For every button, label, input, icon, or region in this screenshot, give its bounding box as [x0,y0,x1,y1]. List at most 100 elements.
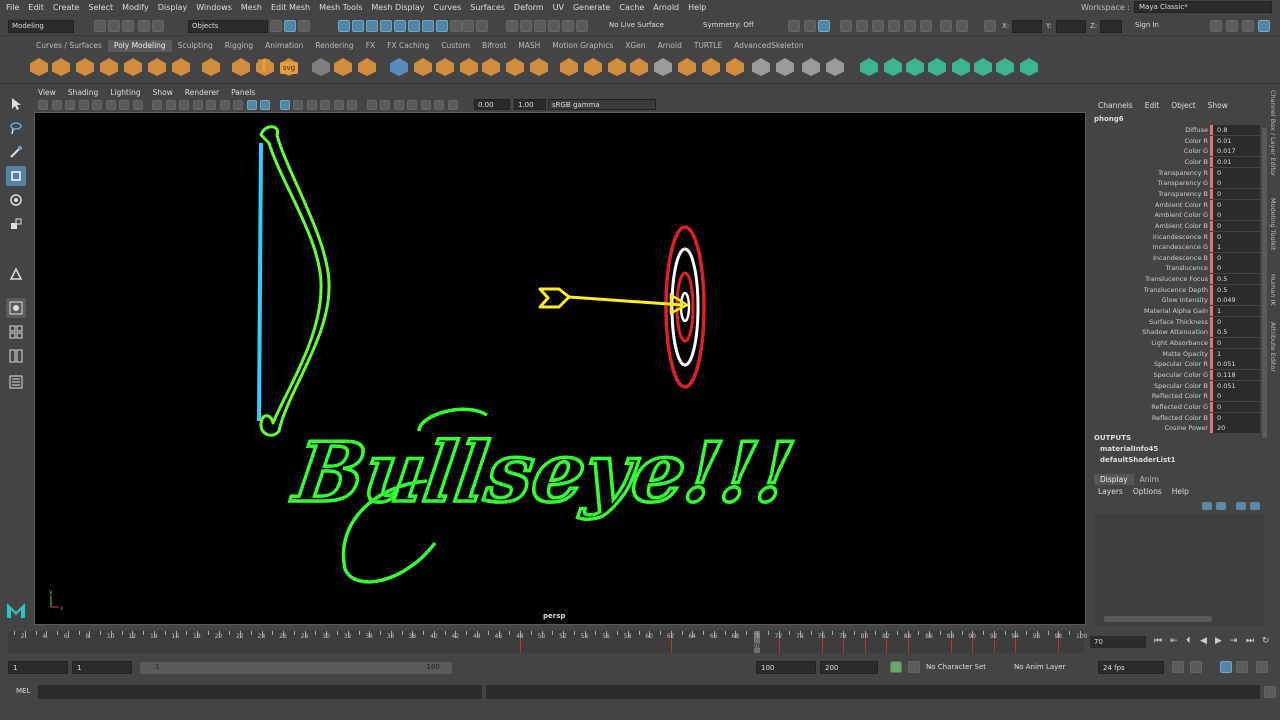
viewport-toggle-icon[interactable] [206,100,216,110]
attribute-value[interactable]: 0 [1210,412,1260,423]
attribute-value[interactable]: 0.051 [1210,380,1260,391]
channel-box-menu-show[interactable]: Show [1208,101,1228,110]
viewport-toggle-icon[interactable] [92,100,102,110]
attribute-name[interactable]: Cosine Power [1094,423,1212,433]
attribute-value[interactable]: 0 [1210,220,1260,231]
auto-key-icon[interactable] [890,661,902,673]
animation-start-field[interactable]: 1 [8,661,68,674]
ipr-render-icon[interactable] [818,20,830,32]
channel-box-menu-channels[interactable]: Channels [1098,101,1133,110]
shelf-tab[interactable]: Rendering [309,40,359,52]
attribute-value[interactable]: 0 [1210,178,1260,189]
attribute-value[interactable]: 1 [1210,306,1260,317]
options-menu[interactable]: Options [1133,487,1162,496]
attribute-value[interactable]: 1 [1210,348,1260,359]
viewport-toggle-icon[interactable] [447,100,458,110]
viewport-toggle-icon[interactable] [105,100,116,110]
gamma-field[interactable]: 1.00 [514,99,546,110]
open-scene-icon[interactable] [108,20,120,32]
play-backwards-icon[interactable]: ◀ [1200,636,1207,646]
preferences-icon[interactable] [908,661,920,673]
shelf-tool-icon[interactable] [390,58,408,76]
viewport-toggle-icon[interactable] [279,100,290,110]
attribute-value[interactable]: 0.017 [1210,146,1260,157]
shelf-tool-icon[interactable] [560,58,578,76]
shelf-tool-icon[interactable] [460,58,478,76]
attribute-value[interactable]: 0 [1210,401,1260,412]
menu-help[interactable]: Help [688,3,706,12]
side-tab[interactable]: Attribute Editor [1269,322,1277,372]
shelf-tab[interactable]: FX [360,40,381,52]
attribute-name[interactable]: Ambient Color R [1094,200,1212,210]
shelf-tool-icon[interactable] [702,58,720,76]
shelf-tool-icon[interactable] [630,58,648,76]
shelf-tab[interactable]: Rigging [219,40,259,52]
go-to-start-icon[interactable]: ⏮ [1154,636,1162,646]
attribute-name[interactable]: Color G [1094,146,1212,156]
arnold-play-icon[interactable] [940,20,952,32]
new-layer-icon[interactable] [1236,502,1246,510]
shelf-tool-icon[interactable] [726,58,744,76]
character-set-dropdown[interactable]: No Character Set [922,661,1006,674]
attribute-value[interactable]: 0 [1210,263,1260,274]
shelf-tool-icon[interactable] [30,58,48,76]
viewport-toggle-icon[interactable] [192,100,203,110]
attribute-value[interactable]: 0 [1210,316,1260,327]
shelf-tool-icon[interactable] [312,58,330,76]
shelf-tool-icon[interactable] [76,58,94,76]
shelf-tab[interactable]: Bifrost [476,40,512,52]
absolute-transform-icon[interactable] [984,20,996,32]
snap-view-plane-icon[interactable] [548,20,560,32]
render-view-icon[interactable] [872,20,884,32]
selection-mask-icon[interactable] [408,20,420,32]
menu-file[interactable]: File [6,3,19,12]
viewport-menu-panels[interactable]: Panels [231,88,255,98]
viewport-toggle-icon[interactable] [152,100,162,110]
anim-layer-dropdown[interactable]: No Anim Layer [1010,661,1094,674]
shelf-tab[interactable]: MASH [512,40,546,52]
menu-deform[interactable]: Deform [514,3,544,12]
viewport-toggle-icon[interactable] [65,100,75,110]
snap-pivot-icon[interactable] [576,20,588,32]
shelf-tool-icon[interactable] [802,58,820,76]
z-input[interactable] [1100,20,1122,33]
scale-tool-icon[interactable] [6,214,26,234]
time-slider[interactable]: 2 4 6 8 10 12 14 16 18 20 22 24 26 28 30 32 34 36 38 40 42 44… [8,631,1087,653]
attribute-name[interactable]: Matte Opacity [1094,349,1212,359]
shelf-tool-icon[interactable] [608,58,626,76]
snap-curve-icon[interactable] [520,20,532,32]
viewport-toggle-icon[interactable] [347,100,357,110]
arnold-pause-icon[interactable] [956,20,968,32]
attribute-name[interactable]: Reflected Color R [1094,391,1212,401]
attribute-value[interactable]: 0 [1210,338,1260,348]
shelf-tool-icon[interactable] [148,58,166,76]
play-forwards-icon[interactable]: ▶ [1215,636,1222,646]
current-frame-field[interactable]: 70 [1090,636,1146,648]
help-menu[interactable]: Help [1172,487,1189,496]
menu-select[interactable]: Select [88,3,113,12]
shelf-tool-icon[interactable] [860,58,878,76]
attribute-value[interactable]: 0.118 [1210,369,1260,380]
outliner-layout-icon[interactable] [6,372,26,392]
channel-box-toggle-icon[interactable] [1258,20,1270,32]
shelf-tab[interactable]: Motion Graphics [546,40,619,52]
attribute-name[interactable]: Reflected Color B [1094,413,1212,423]
viewport-toggle-icon[interactable] [366,100,377,110]
step-back-key-icon[interactable]: ⇤ [1170,636,1178,646]
attribute-name[interactable]: Incandescence B [1094,253,1212,263]
viewport-toggle-icon[interactable] [293,100,303,110]
selection-mask-icon[interactable] [366,20,378,32]
hypershade-icon[interactable] [856,20,868,32]
channel-box-scrollbar[interactable] [1262,128,1267,438]
command-input[interactable] [38,685,482,699]
side-tab[interactable]: Modeling Toolkit [1269,198,1277,250]
animation-end-field[interactable]: 200 [820,661,878,674]
attribute-value[interactable]: 0 [1210,199,1260,210]
viewport-toggle-icon[interactable] [165,100,176,110]
shelf-tab[interactable]: Poly Modeling [107,40,172,52]
attribute-name[interactable]: Translucence [1094,263,1212,273]
attribute-name[interactable]: Specular Color R [1094,359,1212,369]
shelf-tab[interactable]: TURTLE [688,40,728,52]
attribute-value[interactable]: 0.051 [1210,359,1260,370]
side-tab[interactable]: Channel Box / Layer Editor [1269,90,1277,177]
